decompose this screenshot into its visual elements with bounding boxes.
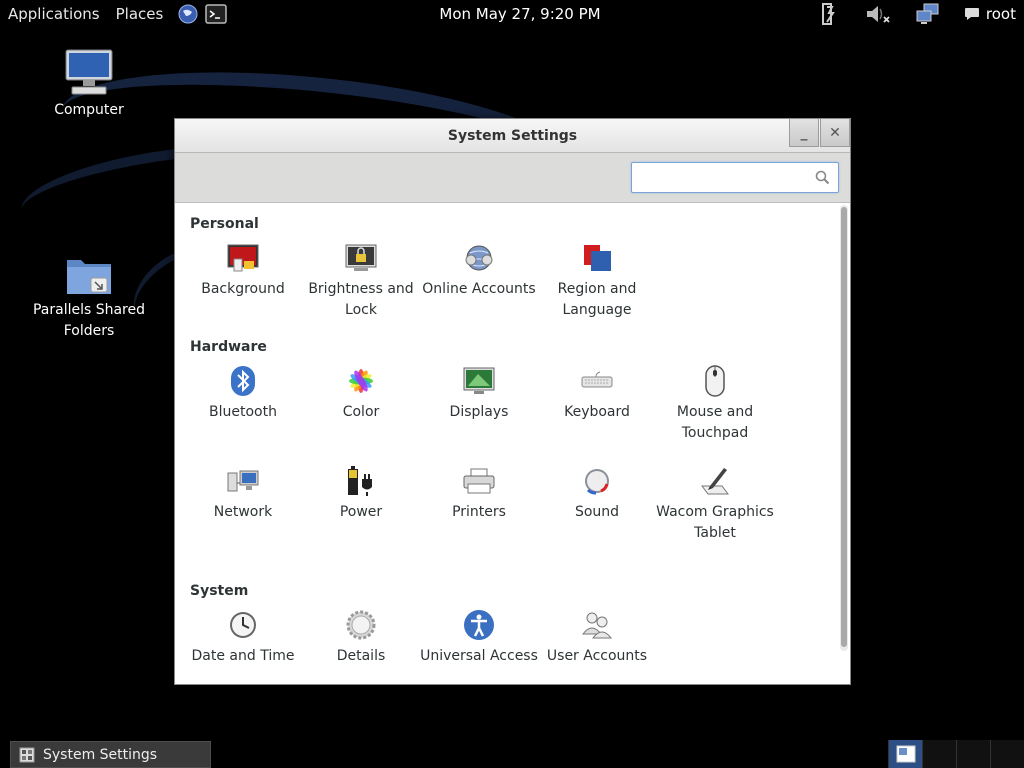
settings-item-displays[interactable]: Displays [420, 364, 538, 423]
settings-item-label: Power [339, 504, 383, 520]
settings-item-user-accounts[interactable]: User Accounts [538, 608, 656, 667]
settings-item-label: Displays [449, 404, 509, 420]
bluetooth-icon [184, 364, 302, 398]
close-button[interactable]: ✕ [820, 119, 850, 147]
online-accounts-icon [420, 241, 538, 275]
section-title-hardware: Hardware [190, 339, 267, 355]
system-settings-icon [19, 747, 35, 763]
window-titlebar[interactable]: System Settings _ ✕ [175, 119, 850, 153]
settings-item-color[interactable]: Color [302, 364, 420, 423]
settings-item-label: Background [201, 281, 285, 297]
mouse-icon [656, 364, 774, 398]
desktop-icon-shared-folders[interactable]: Parallels Shared Folders [24, 246, 154, 342]
settings-item-power[interactable]: Power [302, 464, 420, 523]
settings-item-wacom-tablet[interactable]: Wacom Graphics Tablet [656, 464, 774, 544]
search-input[interactable] [632, 163, 807, 192]
places-menu[interactable]: Places [108, 0, 172, 28]
workspace-1[interactable] [888, 740, 922, 768]
settings-item-mouse-touchpad[interactable]: Mouse and Touchpad [656, 364, 774, 444]
chat-bubble-icon [964, 7, 980, 21]
workspace-2[interactable] [922, 740, 956, 768]
folder-link-icon [24, 246, 154, 296]
minimize-button[interactable]: _ [789, 119, 819, 147]
battery-plug-icon [302, 464, 420, 498]
settings-item-label: Date and Time [191, 648, 295, 664]
desktop-icon-label: Computer [54, 102, 124, 118]
taskbar-item-label: System Settings [43, 746, 158, 763]
section-title-system: System [190, 583, 249, 599]
terminal-launcher-icon[interactable] [205, 3, 228, 25]
settings-item-details[interactable]: Details [302, 608, 420, 667]
settings-item-printers[interactable]: Printers [420, 464, 538, 523]
settings-item-label: Wacom Graphics Tablet [656, 504, 774, 541]
settings-item-label: Online Accounts [422, 281, 536, 297]
clock-icon [184, 608, 302, 642]
settings-item-label: Mouse and Touchpad [676, 404, 754, 441]
settings-item-label: Network [213, 504, 273, 520]
section-title-personal: Personal [190, 216, 259, 232]
applications-menu[interactable]: Applications [0, 0, 108, 28]
brightness-lock-icon [302, 241, 420, 275]
window-title: System Settings [447, 128, 578, 144]
settings-item-brightness-lock[interactable]: Brightness and Lock [302, 241, 420, 321]
settings-panel-grid: Personal Background Brightness and Lock … [175, 203, 850, 684]
settings-item-label: Bluetooth [209, 404, 277, 420]
search-box[interactable] [631, 162, 839, 193]
workspace-switcher [888, 740, 1024, 768]
settings-item-label: Details [336, 648, 386, 664]
settings-item-online-accounts[interactable]: Online Accounts [420, 241, 538, 300]
settings-item-universal-access[interactable]: Universal Access [420, 608, 538, 667]
network-indicator-icon[interactable] [914, 0, 942, 28]
display-icon [420, 364, 538, 398]
flag-icon [538, 241, 656, 275]
desktop-icon-computer[interactable]: Computer [24, 46, 154, 121]
keyboard-icon [538, 364, 656, 398]
settings-item-label: Keyboard [564, 404, 630, 420]
vertical-scrollbar[interactable] [840, 205, 848, 651]
user-menu[interactable]: root [964, 5, 1016, 23]
web-browser-launcher-icon[interactable] [177, 3, 199, 25]
desktop-icon-label: Parallels Shared Folders [32, 302, 146, 339]
settings-item-region-language[interactable]: Region and Language [538, 241, 656, 321]
system-settings-window: System Settings _ ✕ Personal Background … [174, 118, 851, 685]
color-icon [302, 364, 420, 398]
workspace-4[interactable] [990, 740, 1024, 768]
computer-icon [24, 46, 154, 96]
settings-item-label: Region and Language [557, 281, 637, 318]
users-icon [538, 608, 656, 642]
settings-item-label: Color [342, 404, 380, 420]
settings-item-label: Sound [574, 504, 620, 520]
speaker-icon [538, 464, 656, 498]
accessibility-indicator-icon[interactable] [814, 0, 842, 28]
settings-item-background[interactable]: Background [184, 241, 302, 300]
network-icon [184, 464, 302, 498]
printer-icon [420, 464, 538, 498]
accessibility-icon [420, 608, 538, 642]
settings-item-label: User Accounts [546, 648, 648, 664]
settings-item-bluetooth[interactable]: Bluetooth [184, 364, 302, 423]
background-icon [184, 241, 302, 275]
window-toolbar [175, 153, 850, 203]
volume-muted-icon[interactable] [864, 0, 892, 28]
settings-item-label: Brightness and Lock [308, 281, 414, 318]
taskbar-item-system-settings[interactable]: System Settings [10, 741, 211, 768]
settings-item-date-time[interactable]: Date and Time [184, 608, 302, 667]
settings-item-sound[interactable]: Sound [538, 464, 656, 523]
bottom-panel: System Settings [0, 740, 1024, 768]
system-tray: root [814, 0, 1024, 28]
tablet-pen-icon [656, 464, 774, 498]
gear-icon [302, 608, 420, 642]
user-name: root [985, 5, 1016, 23]
clock[interactable]: Mon May 27, 9:20 PM [420, 0, 620, 28]
search-icon [815, 170, 830, 189]
settings-item-keyboard[interactable]: Keyboard [538, 364, 656, 423]
settings-item-network[interactable]: Network [184, 464, 302, 523]
settings-item-label: Printers [452, 504, 506, 520]
scrollbar-thumb[interactable] [841, 207, 847, 647]
workspace-3[interactable] [956, 740, 990, 768]
settings-item-label: Universal Access [420, 648, 538, 664]
